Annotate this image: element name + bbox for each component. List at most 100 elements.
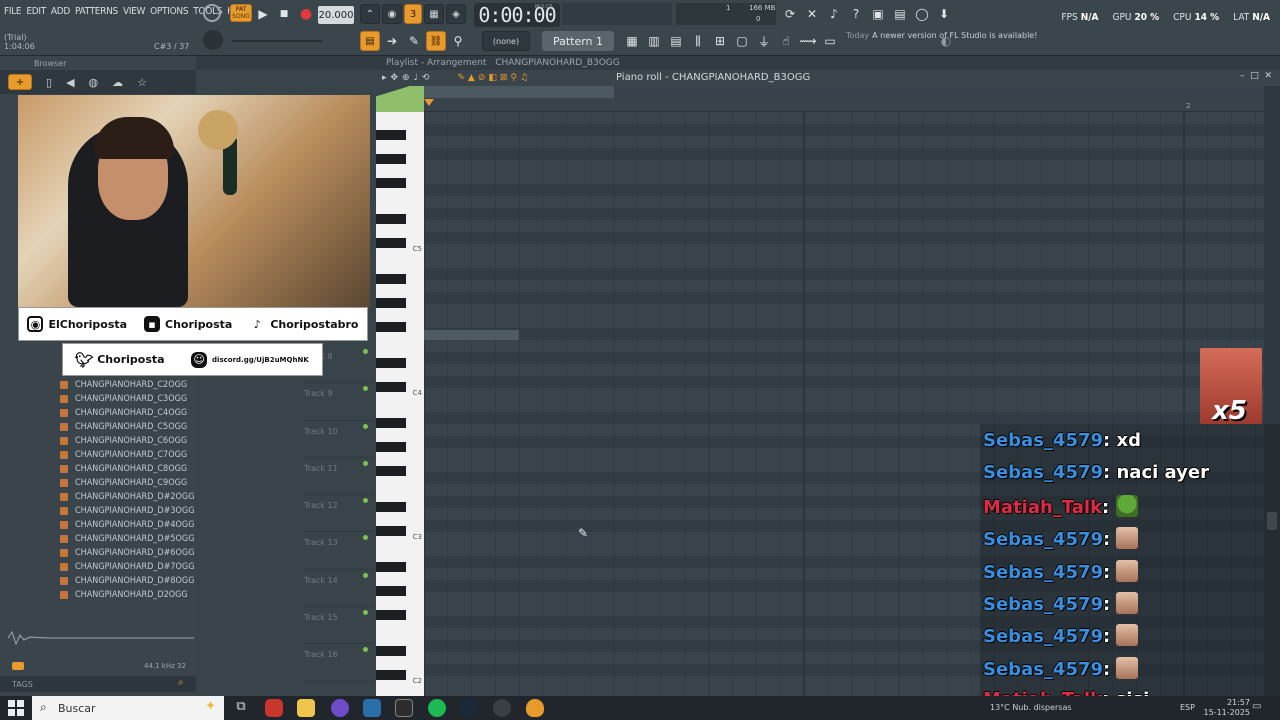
browser-file-item[interactable]: CHANGPIANOHARD_D#2OGG: [0, 490, 196, 504]
playlist-icon[interactable]: ▦: [622, 31, 642, 51]
twitter-link[interactable]: 🐦︎ Choriposta: [75, 351, 165, 369]
chat-username[interactable]: Sebas_4579: [983, 529, 1103, 550]
steam-icon[interactable]: [363, 699, 381, 717]
black-key[interactable]: [376, 646, 406, 656]
news-icon[interactable]: ◐: [936, 31, 956, 51]
master-pitch-slider[interactable]: [232, 40, 322, 42]
messenger-icon[interactable]: [331, 699, 349, 717]
black-key[interactable]: [376, 298, 406, 308]
menu-item-edit[interactable]: EDIT: [26, 6, 46, 17]
tempo-tap-icon[interactable]: [203, 4, 221, 22]
stop-icon[interactable]: ■: [274, 4, 294, 24]
language-indicator[interactable]: ESP: [1180, 703, 1195, 712]
menu-item-add[interactable]: ADD: [51, 6, 70, 17]
snap-select[interactable]: (none): [482, 31, 530, 51]
pattern-selector[interactable]: Pattern 1: [542, 31, 614, 51]
browser-plugins-icon[interactable]: ◀: [66, 76, 74, 89]
black-key[interactable]: [376, 178, 406, 188]
chat-username[interactable]: Sebas_4579: [983, 562, 1103, 583]
plug-icon[interactable]: ⏚: [754, 31, 774, 51]
wait-input-icon[interactable]: ◉: [382, 4, 402, 24]
browser-files-icon[interactable]: ▯: [46, 76, 52, 89]
browser-file-item[interactable]: CHANGPIANOHARD_D#3OGG: [0, 504, 196, 518]
browser-file-item[interactable]: CHANGPIANOHARD_C8OGG: [0, 462, 196, 476]
weather-widget[interactable]: 13°C Nub. dispersas: [990, 703, 1072, 712]
browser-file-item[interactable]: CHANGPIANOHARD_C6OGG: [0, 434, 196, 448]
timeline-selection[interactable]: [424, 86, 614, 98]
black-key[interactable]: [376, 610, 406, 620]
play-icon[interactable]: ▶: [253, 4, 273, 24]
browser-cloud-icon[interactable]: ☁: [112, 76, 123, 89]
black-key[interactable]: [376, 154, 406, 164]
windows-start-icon[interactable]: [8, 700, 24, 716]
black-key[interactable]: [376, 526, 406, 536]
tags-search-icon[interactable]: ⌕: [178, 677, 184, 688]
black-key[interactable]: [376, 130, 406, 140]
menu-item-patterns[interactable]: PATTERNS: [75, 6, 118, 17]
chat-icon[interactable]: ◯: [912, 4, 932, 24]
chat-username[interactable]: Sebas_4579: [983, 659, 1103, 680]
browser-star-icon[interactable]: ☆: [137, 76, 147, 89]
pat-song-toggle[interactable]: PAT SONG: [230, 4, 252, 22]
black-key[interactable]: [376, 670, 406, 680]
mixer-icon[interactable]: ▤: [890, 4, 910, 24]
refresh-icon[interactable]: ⟳: [780, 4, 800, 24]
chat-username[interactable]: Matiah_Talk: [983, 497, 1102, 518]
browser-file-item[interactable]: CHANGPIANOHARD_D2OGG: [0, 588, 196, 602]
chat-username[interactable]: Sebas_4579: [983, 626, 1103, 647]
piano-roll-timeline[interactable]: 2: [376, 86, 1264, 112]
playlist-track-label[interactable]: Track 10: [304, 421, 374, 458]
piano-keyboard[interactable]: C5 C4 C3 C2: [376, 112, 424, 696]
menu-item-file[interactable]: FILE: [4, 6, 22, 17]
obs-icon[interactable]: [395, 699, 413, 717]
fl-studio-taskbar-icon[interactable]: [526, 699, 544, 717]
black-key[interactable]: [376, 586, 406, 596]
notifications-icon[interactable]: ▭: [1252, 701, 1261, 712]
store-icon[interactable]: ▭: [820, 31, 840, 51]
browser-file-item[interactable]: CHANGPIANOHARD_C4OGG: [0, 406, 196, 420]
playlist-track-label[interactable]: Track 15: [304, 607, 374, 645]
master-volume-knob[interactable]: [203, 30, 223, 50]
browser-file-item[interactable]: CHANGPIANOHARD_C7OGG: [0, 448, 196, 462]
black-key[interactable]: [376, 274, 406, 284]
piano-roll-icon[interactable]: ▤: [666, 31, 686, 51]
black-key[interactable]: [376, 418, 406, 428]
menu-item-view[interactable]: VIEW: [123, 6, 145, 17]
discord-link[interactable]: ☺ discord.gg/UjB2uMQhNK: [191, 351, 309, 368]
mixer-view-icon[interactable]: ⫼: [688, 31, 708, 51]
touch-controller-icon[interactable]: ☝: [776, 31, 796, 51]
save-icon[interactable]: ▣: [868, 4, 888, 24]
metronome-icon[interactable]: ⌃: [360, 4, 380, 24]
record-icon[interactable]: ●: [296, 4, 316, 24]
kick-link[interactable]: ▪ Choriposta: [144, 316, 232, 332]
obs-studio-icon[interactable]: [493, 699, 511, 717]
tags-bar[interactable]: TAGS: [0, 676, 196, 692]
playlist-track-label[interactable]: Track 13: [304, 532, 374, 570]
help-icon[interactable]: ?: [846, 4, 866, 24]
countdown-icon[interactable]: 3: [404, 4, 422, 24]
file-explorer-icon[interactable]: [297, 699, 315, 717]
black-key[interactable]: [376, 214, 406, 224]
chat-username[interactable]: Sebas_4579: [983, 430, 1103, 451]
system-clock[interactable]: 21:57 15-11-2025: [1204, 698, 1251, 718]
chat-username[interactable]: Sebas_4579: [983, 594, 1103, 615]
browser-file-item[interactable]: CHANGPIANOHARD_C9OGG: [0, 476, 196, 490]
ghost-channel-icon[interactable]: [376, 86, 424, 112]
task-view-icon[interactable]: ⧉: [232, 699, 250, 717]
browser-view-icon[interactable]: ⊞: [710, 31, 730, 51]
playlist-track-label[interactable]: Track 11: [304, 458, 374, 496]
piano-roll-edit-tools[interactable]: ✎▲⊘◧⊠⚲♫: [457, 73, 531, 83]
browser-file-item[interactable]: CHANGPIANOHARD_D#5OGG: [0, 532, 196, 546]
black-key[interactable]: [376, 466, 406, 476]
playlist-track-label[interactable]: Track 16: [304, 644, 374, 682]
browser-file-item[interactable]: CHANGPIANOHARD_D#4OGG: [0, 518, 196, 532]
blend-recording-icon[interactable]: ◈: [446, 4, 466, 24]
sample-preview-icon[interactable]: [12, 662, 24, 670]
playhead-marker[interactable]: [424, 99, 434, 106]
step-edit-icon[interactable]: ▦: [424, 4, 444, 24]
pencil-icon[interactable]: ✎: [404, 31, 424, 51]
browser-db-icon[interactable]: ◍: [89, 76, 99, 89]
tools-icon[interactable]: ✕: [802, 4, 822, 24]
download-icon[interactable]: ⬇: [934, 4, 954, 24]
black-key[interactable]: [376, 442, 406, 452]
